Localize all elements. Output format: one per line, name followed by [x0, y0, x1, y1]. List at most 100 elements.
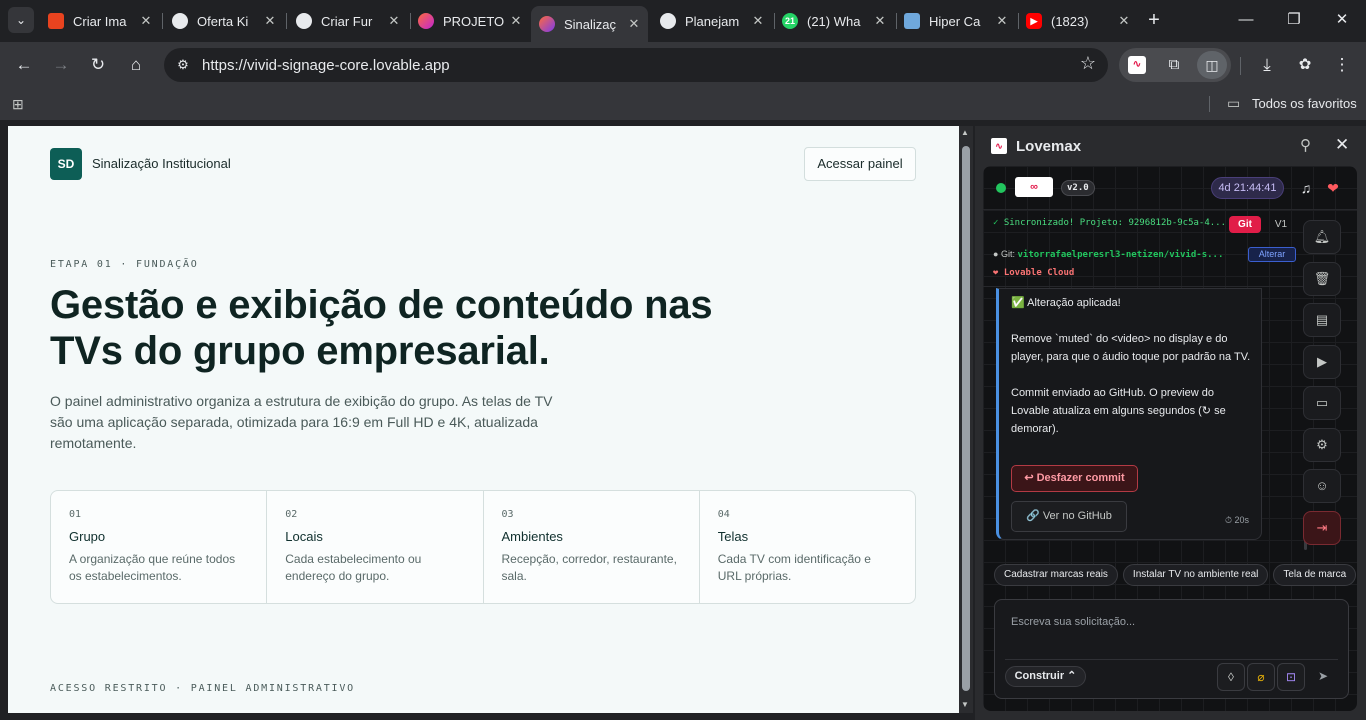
tab-close-icon[interactable]: ✕ [1116, 13, 1132, 29]
side-panel-icon[interactable]: ◫ [1197, 51, 1227, 79]
drop-icon[interactable]: ◊ [1217, 663, 1245, 691]
git-badge[interactable]: Git [1229, 216, 1261, 233]
bell-icon[interactable]: 🔔︎ [1303, 220, 1341, 254]
logout-icon[interactable]: ⇥ [1303, 510, 1341, 545]
tab-6[interactable]: Planejam ✕ [652, 6, 772, 36]
lovemax-logo-icon: ∞ [1015, 177, 1053, 197]
assistant-message: ✅ Alteração aplicada! Remove `muted` do … [996, 288, 1262, 540]
tab-close-icon[interactable]: ✕ [386, 13, 402, 29]
robot-icon[interactable]: ⊡ [1277, 663, 1305, 691]
forward-arrow-icon[interactable]: → [47, 51, 75, 79]
hero-description: O painel administrativo organiza a estru… [50, 393, 553, 451]
access-panel-button[interactable]: Acessar painel [804, 147, 916, 181]
folder-icon: ▭ [1227, 95, 1241, 111]
address-bar[interactable]: ⚙ https://vivid-signage-core.lovable.app… [164, 48, 1108, 82]
tab-3[interactable]: Criar Fur ✕ [288, 6, 408, 36]
session-timer: 4d 21:44:41 [1211, 177, 1284, 199]
step-eyebrow: ETAPA 01 · FUNDAÇÃO [50, 259, 199, 270]
chatgpt-icon [296, 13, 312, 29]
tab-1[interactable]: Criar Ima ✕ [40, 6, 160, 36]
download-icon[interactable]: ⤓ [1253, 51, 1281, 79]
close-window-icon[interactable]: ✕ [1328, 8, 1356, 32]
site-info-tune-icon[interactable]: ⚙ [172, 54, 194, 76]
tab-4[interactable]: PROJETO ✕ [410, 6, 530, 36]
minimize-icon[interactable]: — [1232, 8, 1260, 32]
new-tab-plus-icon[interactable]: + [1144, 9, 1164, 31]
change-repo-button[interactable]: Alterar [1248, 247, 1296, 262]
footer-note: ACESSO RESTRITO · PAINEL ADMINISTRATIVO [50, 683, 355, 694]
tab-8[interactable]: Hiper Ca ✕ [896, 6, 1016, 36]
ticket-icon[interactable]: ▭ [1303, 386, 1341, 420]
puzzle-extensions-icon[interactable]: ⧉ [1162, 53, 1186, 77]
github-icon: ● [993, 249, 999, 259]
user-icon[interactable]: ☺ [1303, 469, 1341, 503]
version-badge: v2.0 [1061, 180, 1095, 196]
step-card-ambientes: 03 Ambientes Recepção, corredor, restaur… [501, 509, 677, 583]
lovable-cloud-status: ❤ Lovable Cloud [993, 268, 1075, 278]
scroll-down-arrow-icon[interactable]: ▼ [961, 700, 969, 709]
v1-badge[interactable]: V1 [1267, 216, 1295, 233]
scroll-up-arrow-icon[interactable]: ▲ [961, 128, 969, 137]
site-thumbnail-icon [904, 13, 920, 29]
undo-commit-button[interactable]: ↩ Desfazer commit [1011, 465, 1138, 492]
send-icon[interactable]: ➤ [1309, 663, 1337, 691]
message-status: ✅ Alteração aplicada! [1011, 297, 1121, 309]
elapsed-time: ⏱ 20s [1225, 515, 1250, 525]
back-arrow-icon[interactable]: ← [10, 51, 38, 79]
tab-close-icon[interactable]: ✕ [994, 13, 1010, 29]
git-repo-row: ● Git: vitorrafaelperesrl3-netizen/vivid… [993, 249, 1224, 260]
tab-9[interactable]: ▶ (1823) ✕ [1018, 6, 1138, 36]
side-panel-title: Lovemax [1016, 138, 1082, 155]
tab-close-icon[interactable]: ✕ [138, 13, 154, 29]
tab-search-chevron-icon[interactable]: ⌄ [8, 7, 34, 33]
lovable-heart-icon [539, 16, 555, 32]
suggestion-chip[interactable]: Cadastrar marcas reais [994, 564, 1118, 586]
url-text[interactable]: https://vivid-signage-core.lovable.app [202, 57, 450, 74]
page-scrollbar-thumb[interactable] [962, 146, 970, 691]
tab-7[interactable]: 21 (21) Wha ✕ [774, 6, 894, 36]
status-dot [996, 183, 1006, 193]
reload-icon[interactable]: ↻ [84, 51, 112, 79]
menu-dots-icon[interactable]: ⋮ [1328, 51, 1356, 79]
tab-2[interactable]: Oferta Ki ✕ [164, 6, 284, 36]
headset-icon[interactable]: ♫ [1296, 178, 1316, 198]
home-icon[interactable]: ⌂ [122, 51, 150, 79]
profile-avatar[interactable]: ✿ [1291, 51, 1319, 79]
tab-close-icon[interactable]: ✕ [872, 13, 888, 29]
gear-icon[interactable]: ⚙ [1303, 427, 1341, 462]
tab-5-active[interactable]: Sinalizaç ✕ [531, 6, 648, 42]
restore-icon[interactable]: ❐ [1280, 8, 1308, 32]
all-bookmarks-link[interactable]: Todos os favoritos [1252, 96, 1357, 111]
web-page: SD Sinalização Institucional Acessar pai… [8, 126, 959, 713]
video-camera-icon[interactable]: ▶ [1303, 344, 1341, 379]
view-on-github-button[interactable]: 🔗 Ver no GitHub [1011, 501, 1127, 532]
composer-input[interactable]: Escreva sua solicitação... [1011, 616, 1135, 628]
tab-close-icon[interactable]: ✕ [262, 13, 278, 29]
document-icon[interactable]: ▤ [1303, 303, 1341, 337]
lovemax-extension-icon[interactable]: ∿ [1128, 56, 1146, 74]
tab-favicon-icon [48, 13, 64, 29]
tab-close-icon[interactable]: ✕ [626, 16, 642, 32]
tab-close-icon[interactable]: ✕ [750, 13, 766, 29]
heart-icon[interactable]: ❤ [1323, 178, 1343, 198]
suggestion-chip[interactable]: Tela de marca [1273, 564, 1357, 586]
action-rail: 🔔︎ 🗑︎ ▤ ▶ ▭ ⚙ ☺ ⇥ [1303, 220, 1343, 552]
tab-strip: ⌄ Criar Ima ✕ Oferta Ki ✕ Criar Fur ✕ PR… [0, 0, 1366, 42]
sync-status: ✓ Sincronizado! Projeto: 9296812b-9c5a-4… [993, 218, 1227, 228]
chatgpt-icon [660, 13, 676, 29]
close-panel-icon[interactable]: ✕ [1335, 135, 1349, 155]
mode-selector[interactable]: Construir ⌃ [1005, 666, 1086, 687]
suggestion-chip[interactable]: Instalar TV no ambiente real [1122, 564, 1269, 586]
message-body: Remove `muted` do <video> no display e d… [1011, 333, 1251, 363]
attach-paperclip-icon[interactable]: ⌀ [1247, 663, 1275, 691]
apps-grid-icon[interactable]: ⊞ [12, 96, 28, 112]
step-card-locais: 02 Locais Cada estabelecimento ou endere… [267, 491, 484, 603]
trash-icon[interactable]: 🗑︎ [1303, 261, 1341, 296]
lovemax-logo-icon: ∿ [991, 138, 1007, 154]
tab-close-icon[interactable]: ✕ [508, 13, 524, 29]
bookmark-star-icon[interactable]: ☆ [1080, 53, 1096, 74]
message-composer[interactable]: Escreva sua solicitação... Construir ⌃ ◊… [994, 599, 1349, 699]
unpin-icon[interactable]: ⚲ [1300, 136, 1311, 154]
chatgpt-icon [172, 13, 188, 29]
extension-header: ∞ v2.0 4d 21:44:41 ♫ ❤ [983, 166, 1357, 210]
